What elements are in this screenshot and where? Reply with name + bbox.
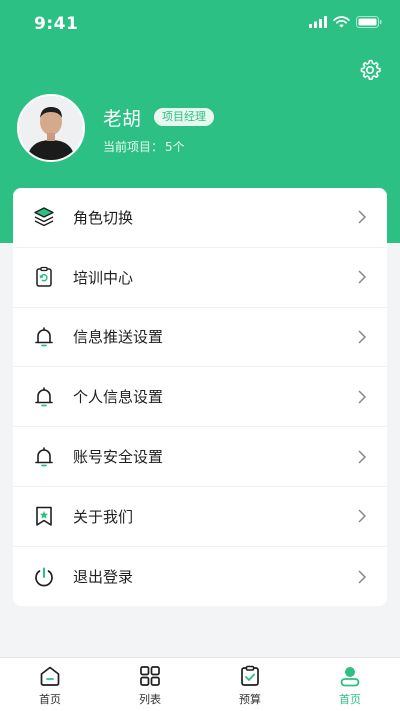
bell-icon: [33, 446, 55, 468]
avatar-photo: [19, 96, 83, 160]
current-project-value: 5个: [165, 140, 185, 154]
tab-budget[interactable]: 预算: [200, 658, 300, 711]
status-icons: [309, 16, 382, 28]
home-icon: [40, 666, 60, 686]
chevron-right-icon: [358, 570, 367, 584]
tab-label: 首页: [339, 693, 361, 706]
tab-list[interactable]: 列表: [100, 658, 200, 711]
menu-item-training-center[interactable]: 培训中心: [13, 248, 387, 308]
tab-home[interactable]: 首页: [0, 658, 100, 711]
clipboard-refresh-icon: [33, 266, 55, 288]
menu-item-account-security-settings[interactable]: 账号安全设置: [13, 427, 387, 487]
menu-card: 角色切换 培训中心 信息推送设置 个人信息设置 账号安全设置 关于我们 退出登录: [13, 188, 387, 606]
bell-icon: [33, 326, 55, 348]
profile-header: 老胡 项目经理 当前项目： 5个: [17, 94, 377, 164]
menu-item-label: 角色切换: [73, 208, 134, 227]
current-project-label: 当前项目：: [103, 140, 164, 154]
status-bar: 9:41: [0, 0, 400, 48]
menu-item-notification-settings[interactable]: 信息推送设置: [13, 308, 387, 368]
menu-item-label: 个人信息设置: [73, 388, 164, 407]
menu-item-logout[interactable]: 退出登录: [13, 547, 387, 607]
grid-icon: [140, 666, 160, 686]
menu-item-label: 培训中心: [73, 268, 134, 287]
avatar[interactable]: [17, 94, 85, 162]
menu-item-personal-info-settings[interactable]: 个人信息设置: [13, 367, 387, 428]
tab-label: 首页: [39, 693, 61, 706]
chevron-right-icon: [358, 210, 367, 224]
role-badge: 项目经理: [154, 108, 214, 126]
status-time: 9:41: [34, 14, 79, 34]
chevron-right-icon: [358, 390, 367, 404]
layers-icon: [33, 206, 55, 228]
chevron-right-icon: [358, 270, 367, 284]
current-project: 当前项目： 5个: [103, 138, 185, 155]
chevron-right-icon: [358, 509, 367, 523]
power-icon: [33, 566, 55, 588]
menu-item-label: 关于我们: [73, 507, 134, 526]
wifi-icon: [333, 16, 350, 28]
user-name: 老胡: [103, 108, 142, 130]
menu-item-about-us[interactable]: 关于我们: [13, 487, 387, 547]
menu-item-label: 信息推送设置: [73, 328, 164, 347]
chevron-right-icon: [358, 450, 367, 464]
menu-item-label: 退出登录: [73, 568, 134, 587]
tab-label: 预算: [239, 693, 261, 706]
menu-item-role-switch[interactable]: 角色切换: [13, 188, 387, 248]
settings-button[interactable]: [358, 58, 382, 82]
chevron-right-icon: [358, 330, 367, 344]
tab-profile[interactable]: 首页: [300, 658, 400, 711]
profile-icon: [340, 667, 360, 687]
battery-icon: [356, 16, 382, 28]
menu-item-label: 账号安全设置: [73, 448, 164, 467]
gear-icon: [360, 59, 381, 80]
signal-icon: [309, 16, 327, 28]
bookmark-star-icon: [33, 505, 55, 527]
clipboard-check-icon: [241, 665, 259, 686]
bell-icon: [33, 386, 55, 408]
tab-label: 列表: [139, 693, 161, 706]
bottom-tab-bar: 首页 列表 预算 首页: [0, 657, 400, 711]
